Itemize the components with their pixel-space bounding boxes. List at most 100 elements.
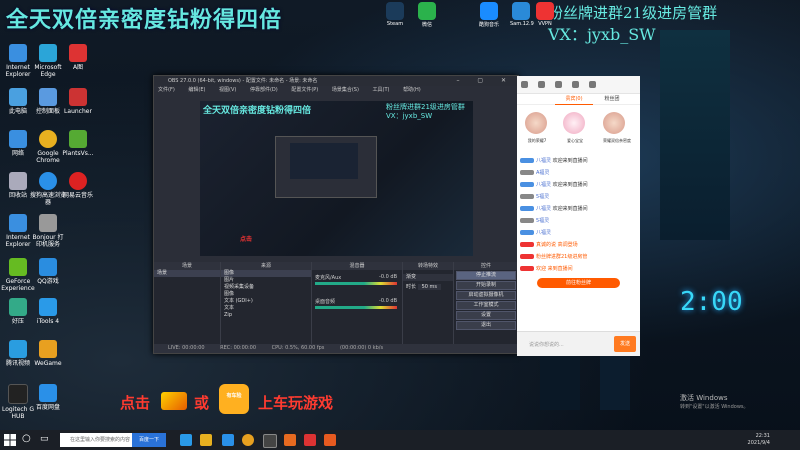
promo-click: 点击: [120, 394, 151, 412]
itools-icon: [39, 298, 57, 316]
search-input[interactable]: 在这里输入你要搜索的内容: [60, 433, 132, 447]
desktop-icon[interactable]: QQ游戏: [30, 258, 66, 285]
desktop-clock-widget: 2:00: [680, 287, 743, 317]
desktop-icon[interactable]: A图: [60, 44, 96, 71]
chat-message: 八福灵 欢迎来到直播间: [520, 203, 637, 215]
send-button[interactable]: 发送: [614, 336, 636, 352]
menu-help[interactable]: 帮助(H): [403, 87, 421, 93]
search-icon[interactable]: ○: [22, 433, 31, 444]
window-controls[interactable]: – ▢ ✕: [456, 76, 514, 86]
mixer-channel[interactable]: 麦克风/Aux -0.0 dB: [315, 274, 397, 285]
overlay-right-line2: VX：jyxb_SW: [548, 25, 656, 44]
trophy-icon[interactable]: [571, 81, 579, 88]
edge-icon[interactable]: [180, 434, 192, 446]
tab-vip[interactable]: 贵宾(0): [555, 94, 593, 105]
activate-windows-watermark: 激活 Windows 转到"设置"以激活 Windows。: [680, 394, 749, 410]
source-item[interactable]: Zip: [221, 312, 311, 319]
desktop-icon[interactable]: Launcher: [60, 88, 96, 115]
studio-mode-button[interactable]: 工作室模式: [456, 301, 516, 310]
file-explorer-icon[interactable]: [200, 434, 212, 446]
settings-button[interactable]: 设置: [456, 311, 516, 320]
source-item[interactable]: 图像: [221, 291, 311, 298]
volume-meter: [315, 306, 397, 309]
kugou-icon: [480, 2, 498, 20]
menu-docks[interactable]: 停靠部件(D): [250, 87, 278, 93]
app-icon[interactable]: [304, 434, 316, 446]
obs-titlebar[interactable]: OBS 27.0.0 (64-bit, windows) - 配置文件: 未命名…: [154, 76, 518, 86]
mixer-channel[interactable]: 桌面音频 -0.0 dB: [315, 298, 397, 309]
desktop-icon[interactable]: 酷狗音乐: [478, 2, 500, 28]
control-panel-icon: [39, 88, 57, 106]
archive-icon: [9, 298, 27, 316]
desktop-icon[interactable]: iTools 4: [30, 298, 66, 325]
tab-fans[interactable]: 粉丝团: [593, 94, 631, 104]
source-item[interactable]: 图像: [221, 270, 311, 277]
app-icon[interactable]: 有车险: [219, 384, 249, 414]
preview-title: 全天双倍亲密度钻粉得四倍: [203, 106, 312, 116]
exit-button[interactable]: 退出: [456, 321, 516, 330]
obs-icon[interactable]: [263, 434, 277, 448]
source-item[interactable]: 图片: [221, 277, 311, 284]
car-icon[interactable]: [161, 392, 187, 410]
menu-profile[interactable]: 配置文件(P): [291, 87, 318, 93]
taskbar: ○ ▭ 在这里输入你要搜索的内容 百度一下 22:31 2021/9/4: [0, 430, 800, 450]
desktop-icon[interactable]: Sam.12.9: [510, 2, 534, 27]
avatar[interactable]: [603, 112, 625, 134]
level-badge: [520, 254, 534, 259]
live-chat-panel[interactable]: 贵宾(0) 粉丝团 我的荣耀7 爱心宝宝 荣耀双倍亲密度 八福灵 欢迎来到直播间 …: [517, 76, 640, 356]
stop-streaming-button[interactable]: 停止推流: [456, 271, 516, 280]
chat-input[interactable]: 说说你想说的...: [529, 341, 564, 348]
video-icon: [9, 340, 27, 358]
task-view-icon[interactable]: ▭: [40, 434, 49, 444]
duration-input[interactable]: 50 ms: [417, 284, 442, 290]
menu-scene-collection[interactable]: 场景集合(S): [332, 87, 359, 93]
fan-badge-button[interactable]: 前往粉丝牌: [537, 278, 620, 288]
menu-tools[interactable]: 工具(T): [373, 87, 390, 93]
source-item[interactable]: 文本: [221, 305, 311, 312]
live-time: LIVE: 00:00:00: [168, 345, 205, 351]
level-badge: [520, 170, 534, 175]
gift-icon[interactable]: [537, 81, 545, 88]
menu-edit[interactable]: 编辑(E): [188, 87, 205, 93]
desktop-icon[interactable]: 百度网盘: [30, 384, 66, 411]
preview-promo: 点击: [240, 236, 253, 243]
system-tray-clock[interactable]: 22:31 2021/9/4: [748, 433, 770, 447]
desktop-icon[interactable]: VVPN: [534, 2, 556, 27]
app-icon[interactable]: [284, 434, 296, 446]
menu-view[interactable]: 视图(V): [219, 87, 236, 93]
qq-game-icon: [39, 258, 57, 276]
source-item[interactable]: 视频采集设备: [221, 284, 311, 291]
desktop-icon[interactable]: 微信: [416, 2, 438, 28]
avatar[interactable]: [563, 112, 585, 134]
desktop-icon[interactable]: Steam: [384, 2, 406, 27]
chat-message: 八福灵 欢迎来到直播间: [520, 155, 637, 167]
virtual-camera-button[interactable]: 启动虚拟摄像机: [456, 291, 516, 300]
obs-window[interactable]: OBS 27.0.0 (64-bit, windows) - 配置文件: 未命名…: [153, 75, 519, 354]
scenes-header: 场景: [154, 262, 220, 270]
app-icon[interactable]: [324, 434, 336, 446]
desktop-icon[interactable]: PlantsVs...: [60, 130, 96, 157]
overlay-right-line1: 粉丝牌进群21级进房管群: [548, 4, 718, 22]
start-recording-button[interactable]: 开始录制: [456, 281, 516, 290]
bitrate: (00:00:00) 0 kb/s: [339, 345, 384, 351]
obs-docks: 场景 场景 来源 图像 图片 视频采集设备 图像 文本 (GDI+) 文本 Zi…: [154, 262, 518, 344]
obs-preview[interactable]: 全天双倍亲密度钻粉得四倍 粉丝牌进群21级进房管群 VX：jyxb_SW 点击: [200, 101, 473, 256]
music-icon: [69, 172, 87, 190]
preview-right-text: 粉丝牌进群21级进房管群 VX：jyxb_SW: [386, 103, 465, 120]
menu-file[interactable]: 文件(F): [158, 87, 175, 93]
tray-date: 2021/9/4: [747, 440, 770, 446]
search-button[interactable]: 百度一下: [132, 433, 166, 447]
lock-icon[interactable]: [588, 81, 596, 88]
settings-icon[interactable]: [554, 81, 562, 88]
windows-start-icon[interactable]: [4, 434, 16, 446]
desktop-icon[interactable]: Bonjour 打印机服务: [30, 214, 66, 248]
transition-select[interactable]: 渐变: [403, 274, 453, 281]
browser-icon[interactable]: [222, 434, 234, 446]
source-item[interactable]: 文本 (GDI+): [221, 298, 311, 305]
scene-item[interactable]: 场景: [154, 270, 220, 277]
avatar[interactable]: [525, 112, 547, 134]
home-icon[interactable]: [521, 81, 528, 88]
chrome-icon[interactable]: [242, 434, 254, 446]
desktop-icon[interactable]: WeGame: [30, 340, 66, 367]
desktop-icon[interactable]: 网易云音乐: [60, 172, 96, 199]
